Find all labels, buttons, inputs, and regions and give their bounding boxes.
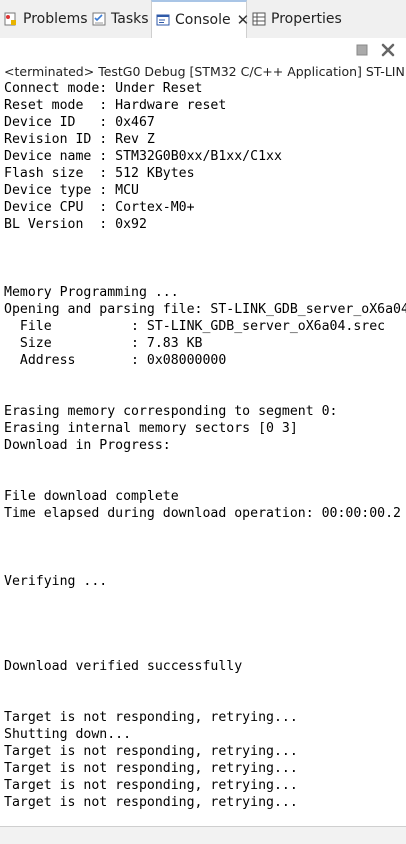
console-line: Erasing internal memory sectors [0 3] bbox=[4, 421, 298, 436]
console-text: Connect mode: Under Reset Reset mode : H… bbox=[0, 80, 406, 811]
console-line: Revision ID : Rev Z bbox=[4, 132, 155, 147]
console-line: Device ID : 0x467 bbox=[4, 115, 155, 130]
close-icon[interactable]: ✕ bbox=[237, 11, 250, 29]
console-line: Erasing memory corresponding to segment … bbox=[4, 404, 338, 419]
view-bottom-border bbox=[0, 826, 406, 827]
console-line: Shutting down... bbox=[4, 727, 132, 742]
remove-launch-icon[interactable] bbox=[380, 42, 396, 58]
tab-label: Problems bbox=[23, 11, 88, 27]
problems-icon bbox=[4, 12, 18, 26]
console-line: Target is not responding, retrying... bbox=[4, 795, 298, 810]
console-line: File : ST-LINK_GDB_server_oX6a04.srec bbox=[4, 319, 386, 334]
console-line: Memory Programming ... bbox=[4, 285, 179, 300]
console-line: Device type : MCU bbox=[4, 183, 139, 198]
properties-icon bbox=[252, 12, 266, 26]
view-tab-bar: Problems Tasks Console ✕ Properties bbox=[0, 0, 406, 39]
tab-problems[interactable]: Problems bbox=[4, 0, 88, 38]
tab-label: Console bbox=[175, 12, 231, 28]
console-line: Device name : STM32G0B0xx/B1xx/C1xx bbox=[4, 149, 282, 164]
console-line: Target is not responding, retrying... bbox=[4, 778, 298, 793]
console-line: BL Version : 0x92 bbox=[4, 217, 147, 232]
console-line: Target is not responding, retrying... bbox=[4, 761, 298, 776]
console-line: Time elapsed during download operation: … bbox=[4, 506, 401, 521]
console-line: Opening and parsing file: ST-LINK_GDB_se… bbox=[4, 302, 406, 317]
console-toolbar bbox=[0, 38, 406, 64]
console-line: Size : 7.83 KB bbox=[4, 336, 203, 351]
console-line: Flash size : 512 KBytes bbox=[4, 166, 195, 181]
console-line: Target is not responding, retrying... bbox=[4, 710, 298, 725]
console-line: Device CPU : Cortex-M0+ bbox=[4, 200, 195, 215]
tab-console[interactable]: Console ✕ bbox=[151, 0, 250, 38]
console-line: Verifying ... bbox=[4, 574, 108, 589]
console-line: Target is not responding, retrying... bbox=[4, 744, 298, 759]
tab-tasks[interactable]: Tasks bbox=[92, 0, 149, 38]
console-line: Address : 0x08000000 bbox=[4, 353, 227, 368]
console-icon bbox=[156, 13, 170, 27]
launch-configuration-label: <terminated> TestG0 Debug [STM32 C/C++ A… bbox=[0, 64, 406, 80]
console-line: Reset mode : Hardware reset bbox=[4, 98, 227, 113]
console-output[interactable]: Connect mode: Under Reset Reset mode : H… bbox=[0, 80, 406, 826]
tab-properties[interactable]: Properties bbox=[252, 0, 342, 38]
console-line: File download complete bbox=[4, 489, 179, 504]
tab-label: Properties bbox=[271, 11, 342, 27]
tab-label: Tasks bbox=[111, 11, 149, 27]
console-line: Download verified successfully bbox=[4, 659, 243, 674]
console-line: Connect mode: Under Reset bbox=[4, 81, 203, 96]
terminate-icon[interactable] bbox=[354, 42, 370, 58]
tasks-icon bbox=[92, 12, 106, 26]
console-line: Download in Progress: bbox=[4, 438, 171, 453]
